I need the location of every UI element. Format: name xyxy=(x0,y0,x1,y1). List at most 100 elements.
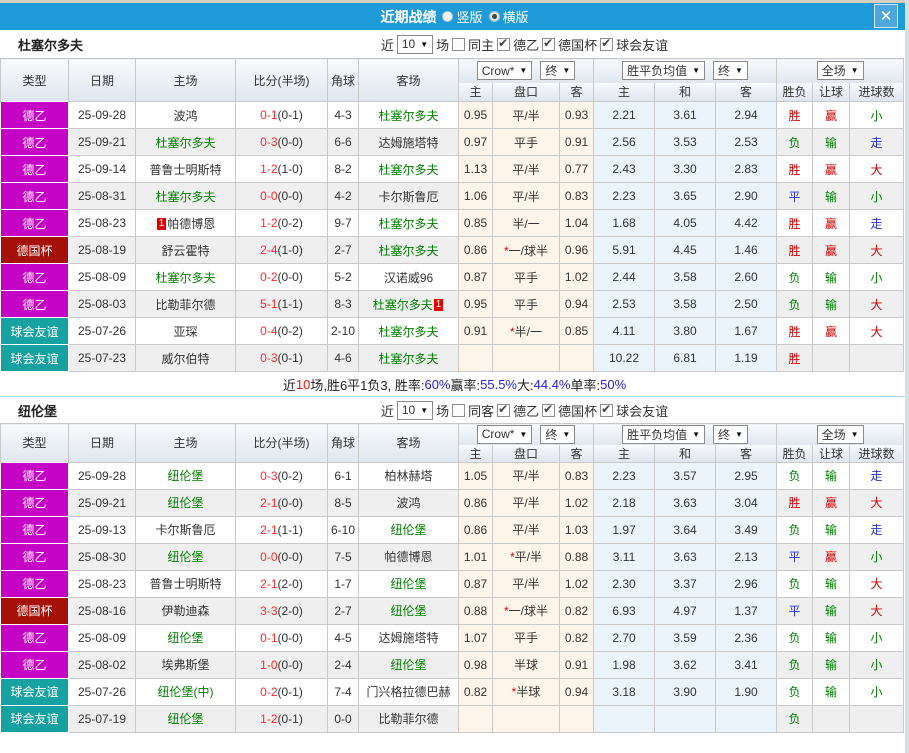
chevron-down-icon: ▼ xyxy=(850,66,859,76)
halftime-score: (0-0) xyxy=(277,495,303,510)
col-result-0: 胜负 xyxy=(776,444,814,463)
mean-type-select[interactable]: 胜平负均值 ▼ xyxy=(622,424,706,444)
odds-source-select[interactable]: Crow* ▼ xyxy=(476,61,533,81)
match-type-badge: 德乙 xyxy=(0,182,69,210)
league-checkbox-1[interactable] xyxy=(542,402,556,417)
mean-home: 3.18 xyxy=(593,677,656,706)
handicap-value: 半球 xyxy=(516,685,541,699)
odds-group-header: Crow* ▼ 终 ▼ xyxy=(457,58,595,83)
handicap-cell: 平/半 xyxy=(492,461,560,490)
match-row: 德乙 25-08-03 比勒菲尔德 5-1(1-1) 8-3 杜塞尔多夫 1 0.95 平手 0.… xyxy=(0,290,905,318)
result-goals: 大 xyxy=(849,317,905,345)
away-team-name: 杜塞尔多夫 xyxy=(378,351,439,366)
match-type-badge: 德乙 xyxy=(0,155,69,183)
same-venue-checkbox[interactable] xyxy=(452,37,466,51)
halftime-score: (0-0) xyxy=(277,270,303,284)
mean-away: 1.37 xyxy=(715,596,778,625)
match-date: 25-09-21 xyxy=(68,128,136,156)
mean-home: 5.91 xyxy=(593,236,656,264)
handicap-value: 半/一 xyxy=(512,216,540,231)
score-cell: 2-1(0-0) xyxy=(235,488,328,517)
match-date: 25-08-23 xyxy=(68,209,136,237)
corner-count: 2-7 xyxy=(327,236,359,264)
result-wdl: 胜 xyxy=(776,209,814,237)
close-button[interactable]: ✕ xyxy=(874,4,898,28)
match-row: 德乙 25-08-02 埃弗斯堡 1-0(0-0) 2-4 纽伦堡 0.98 半球 0.91 1.… xyxy=(0,650,905,679)
handicap-cell: 平/半 xyxy=(492,515,560,544)
result-handicap: 赢 xyxy=(812,209,851,237)
away-team-cell: 卡尔斯鲁厄 xyxy=(358,182,459,210)
league-checkbox-1[interactable] xyxy=(542,36,556,51)
away-odds: 0.83 xyxy=(558,182,595,210)
halftime-score: (0-0) xyxy=(277,135,303,149)
select-value: 终 xyxy=(545,427,558,442)
away-team-cell: 达姆施塔特 xyxy=(358,623,459,652)
away-team-name: 纽伦堡 xyxy=(390,523,427,537)
fulltime-score: 0-2 xyxy=(260,684,278,699)
filter-controls: 近 10 ▼ 场 同客 德乙 德国杯 球会友谊 xyxy=(381,400,668,420)
score-cell: 0-2(0-0) xyxy=(235,263,328,291)
mean-draw: 4.05 xyxy=(654,209,717,237)
mean-draw: 3.61 xyxy=(654,101,717,129)
handicap-cell: 平手 xyxy=(492,263,560,291)
league-label-0: 德乙 xyxy=(513,37,540,53)
away-odds: 0.93 xyxy=(558,101,595,129)
mean-home: 4.11 xyxy=(593,317,656,345)
mean-type-select[interactable]: 胜平负均值 ▼ xyxy=(622,61,706,81)
match-row: 球会友谊 25-07-19 纽伦堡 1-2(0-1) 0-0 比勒菲尔德负 xyxy=(0,704,905,733)
result-goals: 小 xyxy=(849,623,905,652)
league-checkbox-2[interactable] xyxy=(600,36,614,51)
chevron-down-icon: ▼ xyxy=(692,66,701,76)
away-odds xyxy=(558,704,595,733)
odds-time-select[interactable]: 终 ▼ xyxy=(540,61,576,81)
score-cell: 0-3(0-2) xyxy=(235,461,328,490)
league-checkbox-0[interactable] xyxy=(497,402,511,417)
result-wdl: 负 xyxy=(776,515,814,544)
result-goals: 走 xyxy=(849,515,905,544)
match-date: 25-08-02 xyxy=(68,650,136,679)
match-type-badge: 德乙 xyxy=(0,650,69,679)
mean-time-select[interactable]: 终 ▼ xyxy=(713,424,748,444)
result-goals: 小 xyxy=(849,182,905,210)
away-team-name: 杜塞尔多夫 xyxy=(378,243,439,258)
match-row: 球会友谊 25-07-23 威尔伯特 0-3(0-1) 4-6 杜塞尔多夫 10.22 6.8… xyxy=(0,344,905,372)
mean-group-header: 胜平负均值 ▼ 终 ▼ xyxy=(593,58,778,83)
match-count-select[interactable]: 10 ▼ xyxy=(396,400,434,420)
mean-home: 2.53 xyxy=(593,290,656,318)
away-team-name: 比勒菲尔德 xyxy=(378,712,439,726)
match-row: 德乙 25-08-23 1 帕德博恩 1-2(0-2) 9-7 杜塞尔多夫 0.85 半/一 1.… xyxy=(0,209,905,237)
mean-time-select[interactable]: 终 ▼ xyxy=(713,61,748,81)
match-date: 25-09-13 xyxy=(68,515,136,544)
league-label-1: 德国杯 xyxy=(558,403,598,419)
result-scope-select[interactable]: 全场 ▼ xyxy=(816,61,864,81)
select-value: 胜平负均值 xyxy=(627,64,688,79)
col-score: 比分(半场) xyxy=(235,423,328,462)
league-checkbox-0[interactable] xyxy=(497,36,511,51)
away-team-cell: 纽伦堡 xyxy=(358,596,459,625)
col-result-1: 让球 xyxy=(812,444,851,463)
layout-vertical-radio[interactable]: 竖版 xyxy=(442,7,483,26)
odds-source-select[interactable]: Crow* ▼ xyxy=(476,424,533,444)
away-odds: 0.91 xyxy=(558,128,595,156)
result-goals: 小 xyxy=(849,650,905,679)
rank-badge: 1 xyxy=(433,298,444,311)
col-mean-1: 和 xyxy=(654,82,717,102)
league-checkbox-2[interactable] xyxy=(600,402,614,417)
match-row: 德乙 25-08-31 杜塞尔多夫 0-0(0-0) 4-2 卡尔斯鲁厄 1.06 平/半 0.… xyxy=(0,182,905,210)
match-count-select[interactable]: 10 ▼ xyxy=(396,34,434,54)
mean-draw: 4.97 xyxy=(654,596,717,625)
result-goals: 小 xyxy=(849,677,905,706)
handicap-cell: 平手 xyxy=(492,128,560,156)
near-label: 近 xyxy=(380,37,394,53)
layout-horizontal-radio[interactable]: 横版 xyxy=(488,7,529,26)
col-mean-2: 客 xyxy=(715,444,778,463)
result-handicap: 输 xyxy=(812,623,851,652)
halftime-score: (0-0) xyxy=(277,630,303,645)
match-date: 25-07-26 xyxy=(68,317,136,345)
same-venue-checkbox[interactable] xyxy=(452,403,466,417)
mean-away: 3.41 xyxy=(715,650,778,679)
result-scope-select[interactable]: 全场 ▼ xyxy=(816,424,864,444)
result-wdl: 负 xyxy=(776,677,814,706)
result-handicap: 赢 xyxy=(812,236,851,264)
odds-time-select[interactable]: 终 ▼ xyxy=(540,424,576,444)
